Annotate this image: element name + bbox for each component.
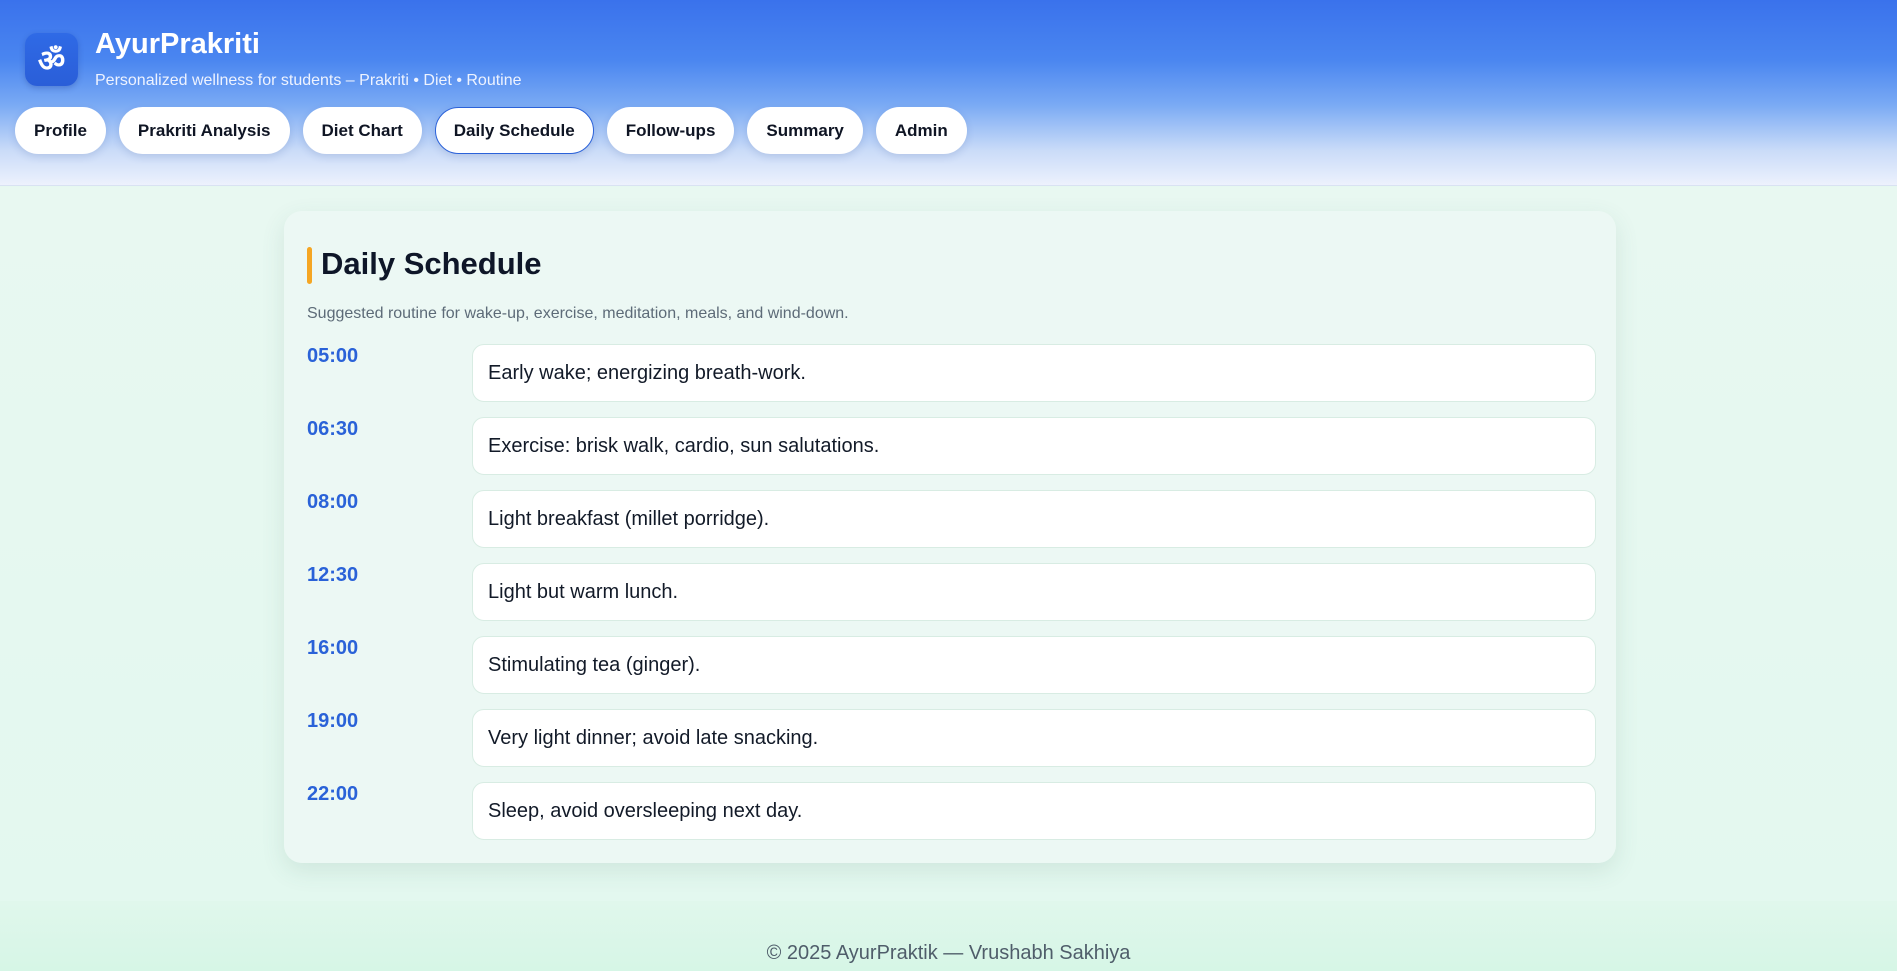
schedule-time: 16:00: [307, 637, 359, 659]
tab-summary[interactable]: Summary: [747, 107, 863, 154]
schedule-row: 22:00 Sleep, avoid oversleeping next day…: [307, 782, 1597, 856]
schedule-row: 05:00 Early wake; energizing breath-work…: [307, 344, 1597, 418]
schedule-time: 19:00: [307, 710, 359, 732]
schedule-time: 08:00: [307, 491, 359, 513]
page-subtitle: Suggested routine for wake-up, exercise,…: [307, 305, 849, 322]
app-title: AyurPrakriti: [95, 28, 260, 60]
om-logo-icon: ॐ: [25, 33, 78, 86]
schedule-time: 12:30: [307, 564, 359, 586]
schedule-time: 22:00: [307, 783, 359, 805]
app-header: ॐ AyurPrakriti Personalized wellness for…: [0, 0, 1897, 186]
tab-profile[interactable]: Profile: [15, 107, 106, 154]
daily-schedule-card: Daily Schedule Suggested routine for wak…: [284, 211, 1616, 863]
tab-prakriti-analysis[interactable]: Prakriti Analysis: [118, 107, 290, 154]
schedule-activity: Stimulating tea (ginger).: [472, 636, 1596, 694]
tab-follow-ups[interactable]: Follow-ups: [606, 107, 735, 154]
schedule-time: 05:00: [307, 345, 359, 367]
schedule-row: 06:30 Exercise: brisk walk, cardio, sun …: [307, 417, 1597, 491]
tab-admin[interactable]: Admin: [875, 107, 967, 154]
main-nav: Profile Prakriti Analysis Diet Chart Dai…: [15, 107, 967, 154]
title-accent-bar: [307, 247, 312, 284]
schedule-time: 06:30: [307, 418, 359, 440]
schedule-activity: Very light dinner; avoid late snacking.: [472, 709, 1596, 767]
tab-diet-chart[interactable]: Diet Chart: [302, 107, 422, 154]
schedule-activity: Sleep, avoid oversleeping next day.: [472, 782, 1596, 840]
schedule-row: 12:30 Light but warm lunch.: [307, 563, 1597, 637]
app-subtitle: Personalized wellness for students – Pra…: [95, 72, 522, 89]
schedule-activity: Exercise: brisk walk, cardio, sun saluta…: [472, 417, 1596, 475]
tab-daily-schedule[interactable]: Daily Schedule: [434, 107, 594, 154]
footer-copyright: © 2025 AyurPraktik — Vrushabh Sakhiya: [766, 942, 1131, 964]
schedule-list: 05:00 Early wake; energizing breath-work…: [307, 344, 1597, 856]
schedule-activity: Light but warm lunch.: [472, 563, 1596, 621]
schedule-activity: Light breakfast (millet porridge).: [472, 490, 1596, 548]
schedule-row: 19:00 Very light dinner; avoid late snac…: [307, 709, 1597, 783]
schedule-row: 08:00 Light breakfast (millet porridge).: [307, 490, 1597, 564]
schedule-activity: Early wake; energizing breath-work.: [472, 344, 1596, 402]
page-title: Daily Schedule: [321, 246, 542, 281]
schedule-row: 16:00 Stimulating tea (ginger).: [307, 636, 1597, 710]
